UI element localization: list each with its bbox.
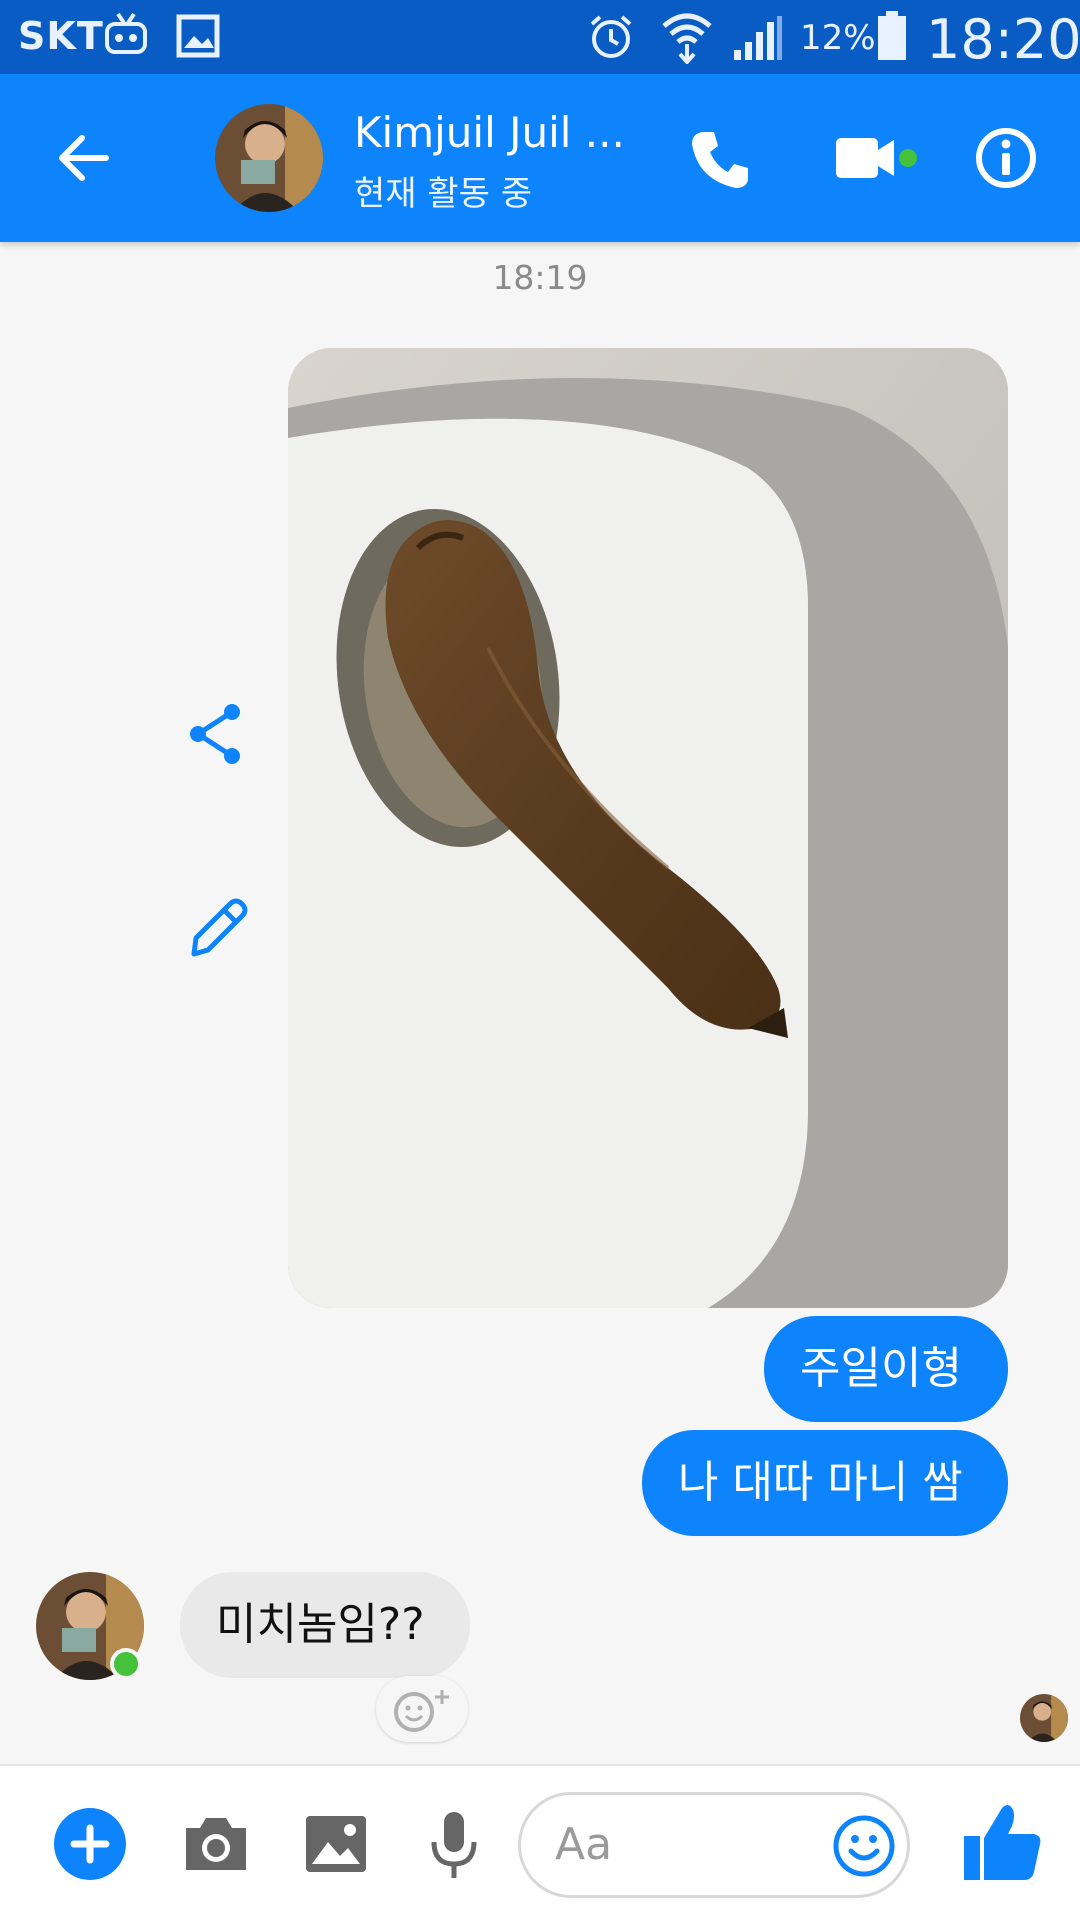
image-icon: [176, 14, 220, 58]
battery-icon: [878, 11, 906, 60]
share-icon[interactable]: [180, 698, 252, 770]
message-timestamp: 18:19: [492, 258, 588, 297]
incoming-message[interactable]: 미치놈임??: [180, 1572, 470, 1678]
add-icon[interactable]: [50, 1804, 130, 1884]
seen-receipt-avatar: [1020, 1694, 1068, 1742]
add-reaction-button[interactable]: [376, 1676, 468, 1742]
signal-icon: [734, 16, 782, 60]
back-arrow-icon[interactable]: [52, 126, 116, 190]
photo-image: [288, 348, 1008, 1308]
alarm-icon: [590, 15, 632, 58]
gallery-icon[interactable]: [296, 1804, 376, 1884]
phone-icon[interactable]: [680, 118, 760, 198]
message-composer: Aa: [0, 1764, 1080, 1920]
thumbs-up-icon[interactable]: [956, 1796, 1048, 1888]
outgoing-message[interactable]: 나 대따 마니 쌈: [642, 1430, 1008, 1536]
video-camera-icon: [836, 138, 917, 178]
carrier-label: SKT: [18, 14, 104, 58]
tv-app-icon: [105, 12, 147, 54]
shared-photo[interactable]: [288, 348, 1008, 1308]
emoji-icon[interactable]: [831, 1813, 897, 1879]
status-clock: 18:20: [926, 8, 1080, 71]
online-indicator: [110, 1648, 142, 1680]
camera-icon[interactable]: [176, 1804, 256, 1884]
microphone-icon[interactable]: [414, 1804, 494, 1884]
message-input[interactable]: Aa: [518, 1792, 910, 1898]
battery-percent: 12%: [800, 18, 876, 58]
contact-active-status: 현재 활동 중: [354, 174, 533, 214]
contact-name: Kimjuil Juil ...: [354, 108, 625, 157]
video-call-button[interactable]: [832, 118, 944, 198]
status-bar: SKT 12% 18:20: [0, 0, 1080, 74]
message-input-placeholder: Aa: [555, 1819, 613, 1870]
conversation-header: Kimjuil Juil ... 현재 활동 중: [0, 74, 1080, 242]
contact-avatar[interactable]: [215, 104, 323, 212]
wifi-icon: [662, 13, 712, 64]
outgoing-message[interactable]: 주일이형: [764, 1316, 1008, 1422]
edit-pencil-icon[interactable]: [180, 890, 252, 962]
info-icon[interactable]: [966, 118, 1046, 198]
emoji-plus-icon: [394, 1690, 449, 1732]
